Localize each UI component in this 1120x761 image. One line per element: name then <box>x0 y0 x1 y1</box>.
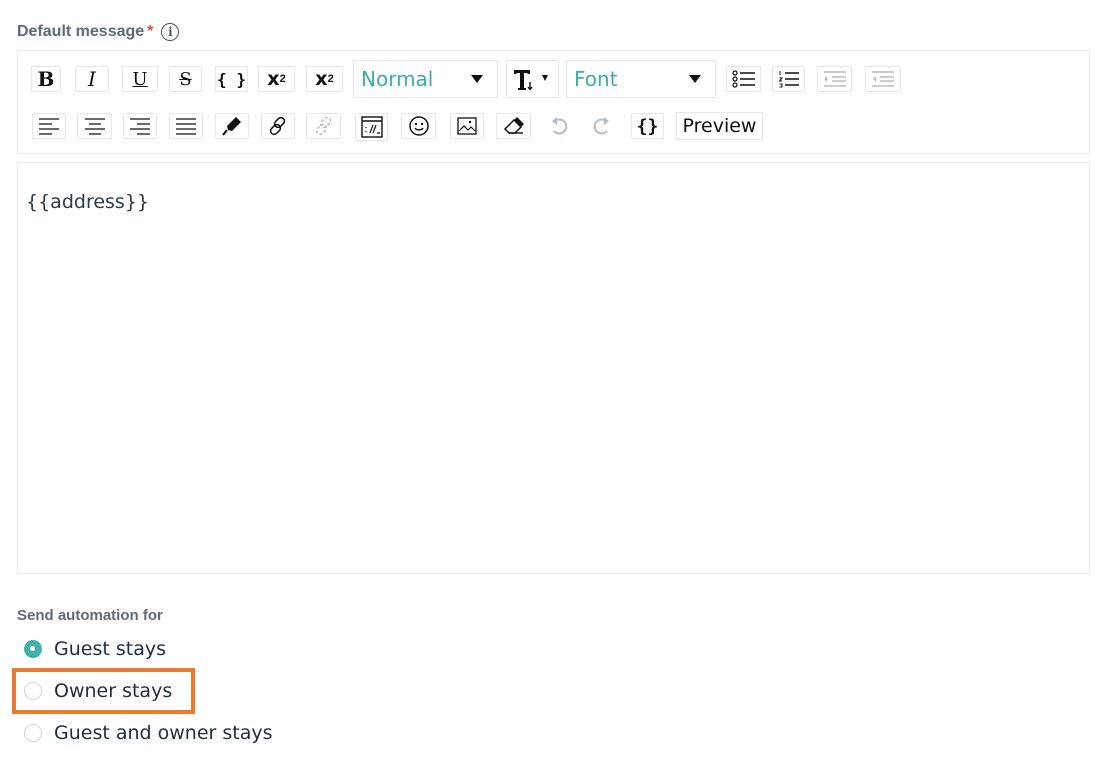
underline-button[interactable]: U <box>122 66 158 92</box>
insert-variable-button[interactable]: {} <box>631 113 664 139</box>
font-size-button[interactable] <box>506 60 559 98</box>
radio-guest-and-owner-stays[interactable]: Guest and owner stays <box>24 722 273 744</box>
variable-label: {} <box>636 115 659 137</box>
smiley-icon <box>408 116 429 136</box>
radio-label: Guest and owner stays <box>54 722 273 744</box>
preview-button[interactable]: Preview <box>676 112 763 140</box>
numbered-list-button[interactable] <box>772 66 805 92</box>
indent-button[interactable] <box>817 66 852 92</box>
superscript-label: x <box>267 68 280 90</box>
redo-icon <box>593 117 609 135</box>
bold-button[interactable]: B <box>31 66 61 92</box>
radio-button[interactable] <box>24 724 42 742</box>
font-family-select[interactable]: Font <box>566 60 716 98</box>
undo-button[interactable] <box>542 113 575 139</box>
justify-button[interactable] <box>169 113 203 139</box>
code-button[interactable]: { } <box>215 66 248 92</box>
required-mark: * <box>147 23 154 40</box>
message-editor[interactable]: {{address}} <box>17 162 1090 574</box>
superscript-mark: 2 <box>279 73 286 85</box>
field-label-text: Default message <box>17 23 145 40</box>
subscript-label: x <box>315 68 328 90</box>
redo-button[interactable] <box>585 113 618 139</box>
justify-icon <box>176 118 196 135</box>
bulleted-list-icon <box>731 70 755 88</box>
align-center-button[interactable] <box>77 113 112 139</box>
insert-link-button[interactable] <box>261 113 295 139</box>
outdent-button[interactable] <box>865 66 901 92</box>
chevron-down-icon <box>471 75 483 83</box>
paragraph-format-select[interactable]: Normal <box>353 60 498 98</box>
source-code-icon <box>360 116 383 138</box>
underline-label: U <box>132 68 148 90</box>
image-icon <box>457 117 477 135</box>
highlight-box <box>12 668 195 714</box>
unlink-icon <box>315 116 331 136</box>
italic-label: I <box>88 67 96 91</box>
radio-button[interactable] <box>24 640 42 658</box>
strikethrough-button[interactable]: S <box>169 66 202 92</box>
insert-image-button[interactable] <box>450 113 484 139</box>
indent-icon <box>823 71 846 87</box>
align-left-button[interactable] <box>32 113 66 139</box>
link-icon <box>269 116 286 136</box>
align-right-icon <box>130 118 150 135</box>
outdent-icon <box>872 71 894 87</box>
code-label: { } <box>217 69 246 89</box>
align-left-icon <box>39 118 59 135</box>
subscript-mark: 2 <box>327 73 334 85</box>
undo-icon <box>551 117 567 135</box>
text-color-button[interactable] <box>215 113 249 139</box>
info-icon[interactable]: i <box>161 23 180 41</box>
font-family-value: Font <box>574 67 618 91</box>
radio-guest-stays[interactable]: Guest stays <box>24 638 166 660</box>
align-right-button[interactable] <box>123 113 157 139</box>
superscript-button[interactable]: x2 <box>258 66 295 92</box>
editor-content[interactable]: {{address}} <box>26 191 149 213</box>
field-label: Default message * i <box>17 23 180 41</box>
subscript-button[interactable]: x2 <box>306 66 343 92</box>
unlink-button[interactable] <box>306 113 341 139</box>
paint-brush-icon <box>222 117 241 136</box>
editor-toolbar: B I U S { } x2 x2 Normal Font {} <box>17 50 1090 154</box>
chevron-down-icon <box>689 75 701 83</box>
source-code-button[interactable] <box>355 113 388 141</box>
bulleted-list-button[interactable] <box>726 66 761 92</box>
send-automation-label: Send automation for <box>17 607 163 624</box>
eraser-icon <box>503 117 524 134</box>
text-size-icon <box>513 70 548 91</box>
align-center-icon <box>84 118 105 135</box>
paragraph-format-value: Normal <box>361 67 434 91</box>
bold-label: B <box>37 67 55 91</box>
italic-button[interactable]: I <box>75 66 109 92</box>
radio-label: Guest stays <box>54 638 166 660</box>
strike-label: S <box>179 68 192 90</box>
numbered-list-icon <box>777 71 799 88</box>
clear-formatting-button[interactable] <box>496 113 531 139</box>
emoji-button[interactable] <box>401 113 436 139</box>
